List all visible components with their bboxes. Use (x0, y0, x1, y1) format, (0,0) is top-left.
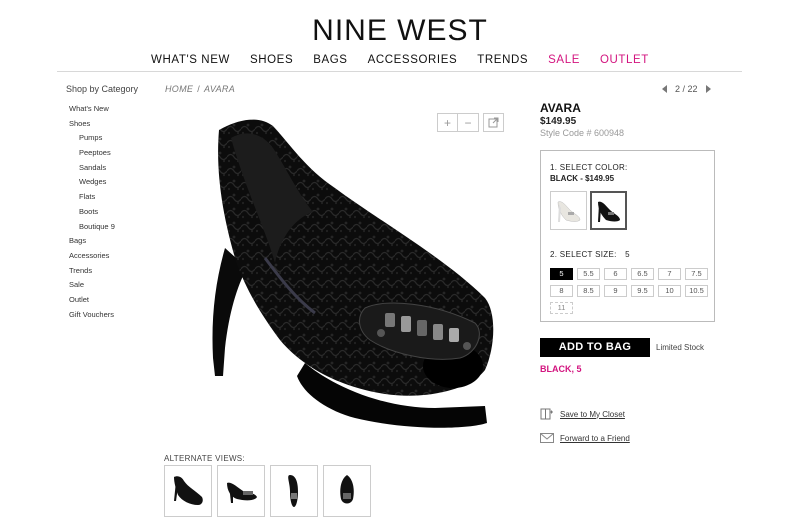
forward-to-friend-link[interactable]: Forward to a Friend (560, 434, 630, 443)
main-nav: WHAT'S NEW SHOES BAGS ACCESSORIES TRENDS SALE… (0, 54, 800, 66)
envelope-icon (540, 432, 554, 444)
breadcrumb-current: AVARA (204, 84, 236, 94)
size-option[interactable]: 7 (658, 268, 681, 280)
sidebar-title: Shop by Category (66, 84, 139, 94)
breadcrumb: HOME / AVARA (165, 84, 235, 94)
size-grid: 5 5.5 6 6.5 7 7.5 8 8.5 9 9.5 10 10.5 11 (550, 268, 708, 314)
size-option[interactable]: 9 (604, 285, 627, 297)
size-option[interactable]: 8.5 (577, 285, 600, 297)
size-option[interactable]: 6.5 (631, 268, 654, 280)
sidebar-item-wedges[interactable]: Wedges (79, 175, 166, 190)
color-value: BLACK - $149.95 (550, 174, 615, 183)
product-options: 1. SELECT COLOR: BLACK - $149.95 2. SELE… (540, 150, 715, 322)
alternate-view-thumbnail[interactable] (217, 465, 265, 517)
sidebar-item-boutique-9[interactable]: Boutique 9 (79, 220, 166, 235)
size-option[interactable]: 10.5 (685, 285, 708, 297)
sidebar-item-bags[interactable]: Bags (69, 234, 166, 249)
sidebar-item-trends[interactable]: Trends (69, 264, 166, 279)
sidebar-item-boots[interactable]: Boots (79, 205, 166, 220)
color-swatches (550, 191, 705, 230)
nav-item-accessories[interactable]: ACCESSORIES (358, 54, 468, 66)
size-option[interactable]: 5.5 (577, 268, 600, 280)
pager-count: 2 / 22 (675, 84, 698, 94)
product-pager: 2 / 22 (662, 84, 711, 94)
color-swatch-black[interactable] (590, 191, 627, 230)
previous-arrow-icon[interactable] (662, 85, 667, 93)
nav-item-shoes[interactable]: SHOES (240, 54, 303, 66)
closet-icon (540, 408, 554, 420)
sidebar-item-sandals[interactable]: Sandals (79, 161, 166, 176)
nav-item-what-s-new[interactable]: WHAT'S NEW (141, 54, 240, 66)
size-label: 2. SELECT SIZE: (550, 250, 617, 259)
alternate-view-thumbnail[interactable] (164, 465, 212, 517)
style-code: Style Code # 600948 (540, 128, 625, 138)
brand-logo[interactable]: NINE WEST (0, 14, 800, 48)
sidebar-list: What's New Shoes Pumps Peeptoes Sandals Wedge… (66, 102, 166, 322)
stock-status: Limited Stock (656, 343, 705, 352)
size-option[interactable]: 7.5 (685, 268, 708, 280)
selection-summary: BLACK, 5 (540, 364, 582, 374)
nav-divider (57, 71, 742, 72)
nav-item-trends[interactable]: TRENDS (467, 54, 538, 66)
product-name: AVARA (540, 101, 581, 115)
breadcrumb-home[interactable]: HOME (165, 84, 193, 94)
product-image[interactable] (185, 108, 505, 438)
sidebar-item-pumps[interactable]: Pumps (79, 131, 166, 146)
size-value: 5 (625, 250, 630, 259)
size-option: 11 (550, 302, 573, 314)
sidebar-item-sale[interactable]: Sale (69, 278, 166, 293)
size-option[interactable]: 9.5 (631, 285, 654, 297)
size-option[interactable]: 5 (550, 268, 573, 280)
alternate-views-label: ALTERNATE VIEWS: (164, 454, 245, 463)
product-actions: Save to My Closet Forward to a Friend (540, 402, 630, 450)
size-option[interactable]: 6 (604, 268, 627, 280)
size-option[interactable]: 10 (658, 285, 681, 297)
color-swatch-ivory[interactable] (550, 191, 587, 230)
nav-item-bags[interactable]: BAGS (303, 54, 357, 66)
alternate-view-thumbnail[interactable] (323, 465, 371, 517)
add-to-bag-button[interactable]: ADD TO BAG (540, 338, 650, 357)
save-to-closet-link[interactable]: Save to My Closet (560, 410, 625, 419)
nav-item-sale[interactable]: SALE (538, 54, 590, 66)
next-arrow-icon[interactable] (705, 85, 711, 93)
sidebar-item-outlet[interactable]: Outlet (69, 293, 166, 308)
size-option[interactable]: 8 (550, 285, 573, 297)
product-price: $149.95 (540, 116, 577, 127)
sidebar-item-peeptoes[interactable]: Peeptoes (79, 146, 166, 161)
color-label: 1. SELECT COLOR: (550, 163, 628, 172)
sidebar-item-what-s-new[interactable]: What's New (69, 102, 166, 117)
sidebar-item-gift-vouchers[interactable]: Gift Vouchers (69, 308, 166, 323)
breadcrumb-separator: / (197, 84, 201, 94)
alternate-view-thumbnail[interactable] (270, 465, 318, 517)
nav-item-outlet[interactable]: OUTLET (590, 54, 659, 66)
category-sidebar: Shop by Category What's New Shoes Pumps Pee… (66, 84, 166, 322)
alternate-views (164, 465, 371, 517)
sidebar-item-accessories[interactable]: Accessories (69, 249, 166, 264)
sidebar-item-flats[interactable]: Flats (79, 190, 166, 205)
sidebar-item-shoes[interactable]: Shoes (69, 117, 166, 132)
